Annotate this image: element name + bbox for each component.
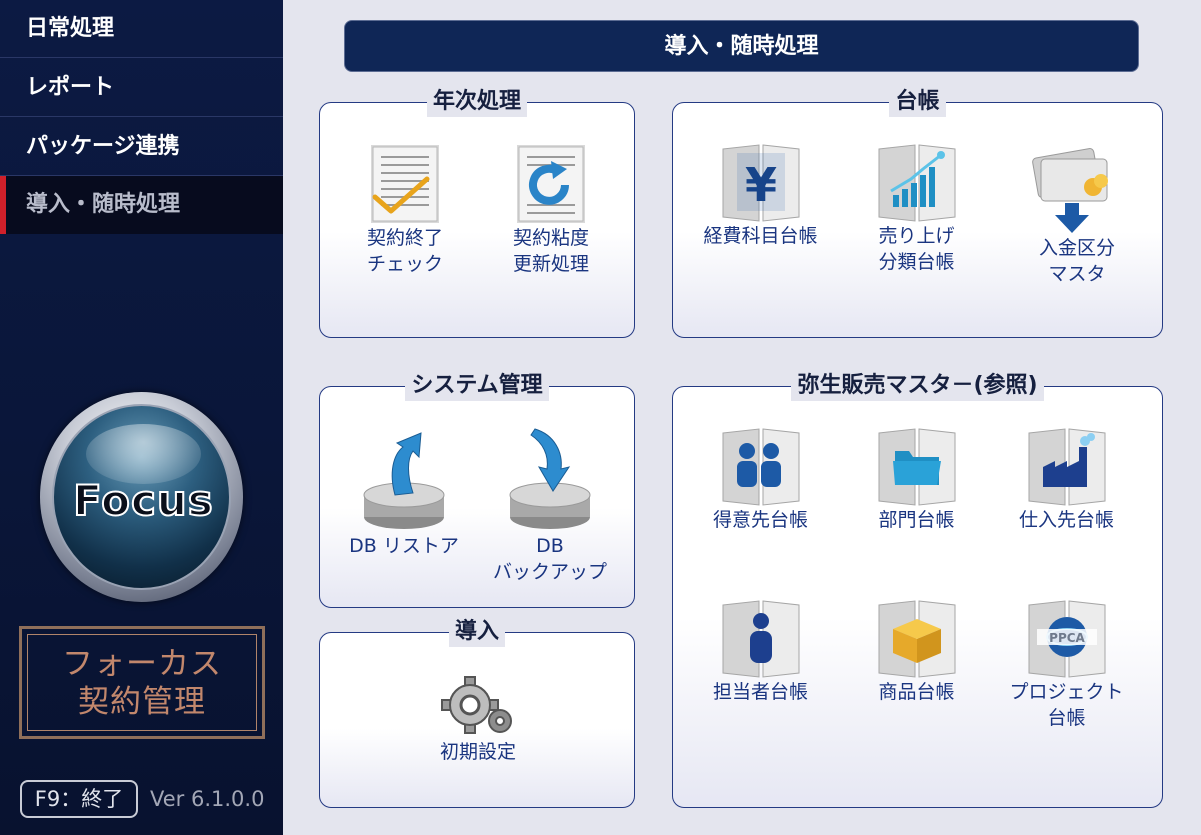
group-annual: 年次処理 契約終了 チェック 契約粘度 更新処理 — [319, 87, 635, 338]
group-system-title: システム管理 — [405, 371, 549, 401]
tile-label: 売り上げ 分類台帳 — [878, 225, 955, 273]
page-title: 導入・随時処理 — [344, 20, 1139, 72]
tile-expense-ledger[interactable]: ¥ 経費科目台帳 — [693, 143, 828, 249]
gear-settings-icon — [441, 676, 512, 734]
tile-label: 担当者台帳 — [712, 681, 808, 703]
person-ledger-icon — [722, 600, 799, 678]
tile-department-ledger[interactable]: 部門台帳 — [849, 427, 984, 533]
group-ledger-title: 台帳 — [889, 87, 946, 117]
sidebar-item-daily[interactable]: 日常処理 — [0, 0, 283, 58]
tile-label: 入金区分 マスタ — [1038, 237, 1115, 285]
customers-ledger-icon — [722, 428, 799, 506]
group-annual-title: 年次処理 — [426, 87, 527, 117]
tile-payment-category-master[interactable]: 入金区分 マスタ — [1007, 139, 1147, 287]
tile-db-restore[interactable]: DB リストア — [334, 425, 474, 559]
document-check-icon — [371, 145, 439, 223]
folder-ledger-icon — [878, 428, 955, 506]
tile-supplier-ledger[interactable]: 仕入先台帳 — [999, 427, 1134, 533]
group-yayoi-title: 弥生販売マスタ－(参照) — [791, 371, 1044, 401]
tile-label: 仕入先台帳 — [1018, 509, 1114, 531]
tile-product-ledger[interactable]: 商品台帳 — [849, 599, 984, 705]
tile-contract-renewal[interactable]: 契約粘度 更新処理 — [486, 143, 616, 277]
tile-label: 契約終了 チェック — [366, 227, 443, 275]
tile-label: 部門台帳 — [878, 509, 955, 531]
svg-text:¥: ¥ — [744, 158, 776, 212]
tile-label: 経費科目台帳 — [703, 225, 818, 247]
factory-ledger-icon — [1028, 428, 1105, 506]
tile-label: 契約粘度 更新処理 — [512, 227, 589, 275]
tile-sales-category-ledger[interactable]: 売り上げ 分類台帳 — [849, 143, 984, 275]
tile-project-ledger[interactable]: PPCA プロジェクト 台帳 — [999, 599, 1134, 731]
payment-card-icon — [1032, 148, 1108, 233]
tile-label: DB リストア — [349, 535, 459, 557]
tile-customer-ledger[interactable]: 得意先台帳 — [693, 427, 828, 533]
sidebar-item-package-link[interactable]: パッケージ連携 — [0, 118, 283, 176]
sidebar-item-setup[interactable]: 導入・随時処理 — [0, 176, 283, 234]
tile-initial-settings[interactable]: 初期設定 — [408, 675, 548, 765]
tile-label: 得意先台帳 — [712, 509, 808, 531]
brand-line-1: フォーカス — [62, 645, 222, 682]
logo-text: Focus — [72, 475, 214, 526]
database-backup-icon — [509, 428, 591, 529]
tile-label: 初期設定 — [439, 741, 516, 763]
brand-plate: フォーカス 契約管理 — [19, 626, 265, 739]
version-label: Ver 6.1.0.0 — [150, 787, 265, 811]
group-yayoi-master: 弥生販売マスタ－(参照) 得意先台帳 部門台帳 仕入先台帳 担当者台帳 商品台帳… — [672, 371, 1163, 808]
document-refresh-icon — [517, 145, 585, 223]
tile-staff-ledger[interactable]: 担当者台帳 — [693, 599, 828, 705]
tile-contract-end-check[interactable]: 契約終了 チェック — [340, 143, 470, 277]
tile-label: DB バックアップ — [492, 535, 607, 583]
group-system: システム管理 DB リストア DB バックアップ — [319, 371, 635, 608]
yen-ledger-icon: ¥ — [722, 144, 799, 222]
sidebar: 日常処理 レポート パッケージ連携 導入・随時処理 Focus フォーカス 契約… — [0, 0, 283, 835]
box-ledger-icon — [878, 600, 955, 678]
sales-chart-ledger-icon — [878, 144, 955, 222]
exit-button[interactable]: F9：終了 — [20, 780, 138, 818]
tile-label: プロジェクト 台帳 — [1009, 681, 1124, 729]
sidebar-item-report[interactable]: レポート — [0, 59, 283, 117]
group-ledger: 台帳 ¥ 経費科目台帳 売り上げ 分類台帳 入金区分 マスタ — [672, 87, 1163, 338]
group-intro: 導入 初期設定 — [319, 617, 635, 808]
ppca-ledger-icon: PPCA — [1028, 600, 1105, 678]
tile-label: 商品台帳 — [878, 681, 955, 703]
group-intro-title: 導入 — [448, 617, 505, 647]
svg-text:PPCA: PPCA — [1049, 631, 1085, 645]
tile-db-backup[interactable]: DB バックアップ — [480, 425, 620, 585]
database-restore-icon — [363, 432, 445, 529]
brand-line-2: 契約管理 — [78, 683, 206, 720]
focus-logo: Focus — [40, 392, 243, 602]
